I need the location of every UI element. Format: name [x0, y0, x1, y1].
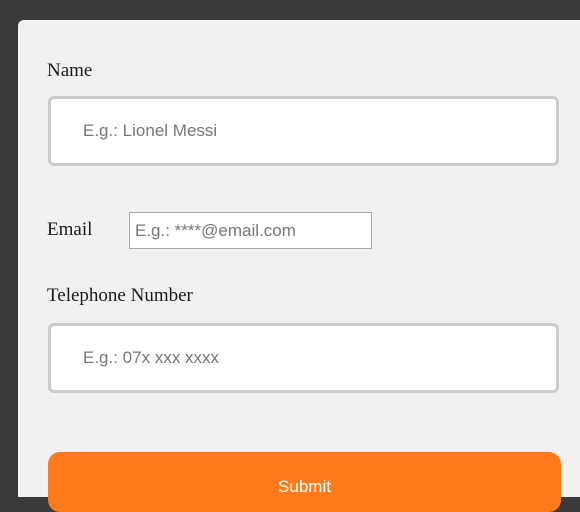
telephone-label: Telephone Number: [47, 285, 193, 306]
name-label: Name: [47, 60, 93, 81]
form-card: Name Email Telephone Number Submit: [18, 20, 580, 512]
submit-button-label: Submit: [278, 477, 331, 496]
telephone-input[interactable]: [48, 323, 559, 393]
email-label: Email: [47, 219, 93, 240]
email-input[interactable]: [129, 212, 372, 249]
name-input[interactable]: [48, 96, 559, 166]
submit-button[interactable]: Submit: [48, 452, 561, 512]
